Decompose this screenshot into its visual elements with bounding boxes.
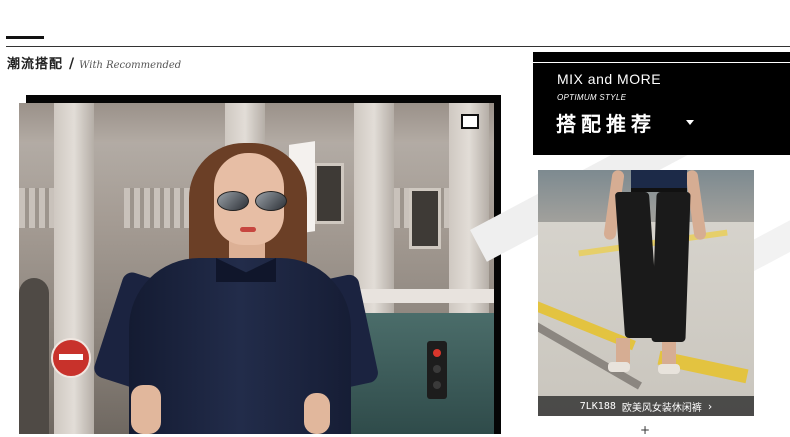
mix-more-banner[interactable]: MIX and MORE OPTIMUM STYLE 搭配推荐	[533, 52, 790, 155]
model-lips	[240, 227, 256, 232]
arched-window	[314, 163, 344, 224]
traffic-light-red	[433, 349, 441, 357]
product-card[interactable]	[538, 170, 754, 416]
sandal-right	[658, 364, 680, 374]
caret-down-icon	[686, 120, 694, 125]
product-caption-link[interactable]: 7LK188 欧美风女装休闲裤 ›	[538, 396, 754, 416]
column	[54, 103, 94, 434]
model-ankle-left	[616, 338, 630, 364]
product-code: 7LK188	[579, 400, 616, 412]
model-arm-left	[131, 385, 161, 434]
chevron-right-icon: ›	[707, 399, 713, 413]
header-divider	[6, 46, 790, 47]
banner-title: MIX and MORE	[557, 71, 662, 87]
expand-icon[interactable]	[461, 114, 479, 129]
balustrade	[19, 188, 54, 228]
plus-icon[interactable]: +	[640, 424, 650, 436]
section-title-en: With Recommended	[79, 60, 182, 71]
header-accent-bar	[6, 36, 44, 39]
archway	[19, 278, 49, 434]
main-model-photo[interactable]	[19, 103, 494, 434]
navy-top	[631, 170, 687, 188]
banner-recommend-label: 搭配推荐	[556, 112, 656, 136]
traffic-light-amber	[433, 365, 441, 373]
traffic-light	[427, 341, 447, 399]
section-title-separator: /	[69, 56, 75, 72]
product-name: 欧美风女装休闲裤	[621, 402, 702, 414]
belt	[631, 188, 687, 192]
section-title-cn: 潮流搭配	[7, 57, 64, 72]
sunglasses	[215, 191, 287, 211]
banner-subtitle: OPTIMUM STYLE	[557, 93, 627, 102]
arched-window	[409, 188, 441, 249]
model-arm-right	[304, 393, 330, 434]
model-ankle-right	[662, 342, 676, 366]
banner-rule	[533, 62, 790, 63]
section-heading: 潮流搭配 / With Recommended	[7, 53, 181, 73]
no-entry-sign-bar	[59, 354, 83, 360]
trouser-leg-right	[651, 192, 691, 342]
traffic-light-green	[433, 381, 441, 389]
sandal-left	[608, 362, 630, 372]
